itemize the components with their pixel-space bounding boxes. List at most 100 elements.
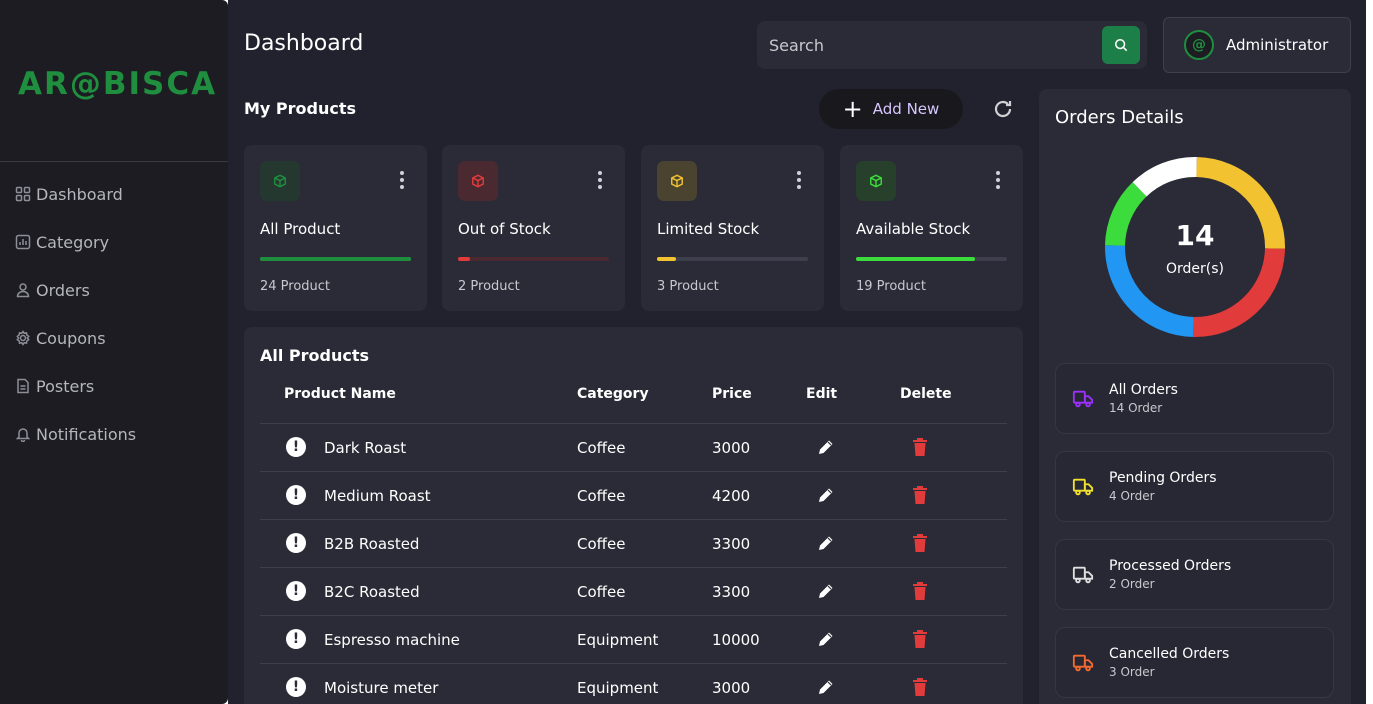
edit-icon[interactable]: [816, 581, 836, 601]
donut-segment: [1132, 157, 1197, 197]
refresh-icon[interactable]: [991, 97, 1015, 121]
truck-icon: [1072, 566, 1094, 584]
order-status-card[interactable]: Cancelled Orders 3 Order: [1055, 627, 1334, 698]
product-category: Coffee: [577, 583, 626, 601]
table-header: Product Name Category Price Edit Delete: [260, 378, 1007, 424]
column-header-edit: Edit: [806, 386, 838, 402]
product-category: Equipment: [577, 679, 659, 697]
sidebar-nav: Dashboard Category Orders Coupons Poster…: [15, 180, 136, 468]
edit-icon[interactable]: [816, 629, 836, 649]
search-input[interactable]: [757, 21, 1097, 69]
sidebar: AR@BISCA Dashboard Category Orders Coupo…: [0, 0, 228, 704]
table-row[interactable]: ! Medium Roast Coffee 4200: [260, 472, 1007, 520]
order-status-card[interactable]: Pending Orders 4 Order: [1055, 451, 1334, 522]
product-category: Equipment: [577, 631, 659, 649]
alert-icon: !: [286, 677, 306, 697]
order-card-title: Processed Orders: [1109, 558, 1232, 574]
more-options-icon[interactable]: [995, 171, 1001, 189]
table-row[interactable]: ! B2B Roasted Coffee 3300: [260, 520, 1007, 568]
donut-segment: [1105, 245, 1194, 337]
sidebar-divider: [0, 161, 228, 162]
product-category: Coffee: [577, 487, 626, 505]
column-header-category[interactable]: Category: [577, 386, 649, 402]
box-icon: [657, 161, 697, 201]
document-icon: [17, 378, 29, 394]
product-summary-card[interactable]: Limited Stock 3 Product: [641, 145, 824, 311]
sidebar-item-label: Posters: [36, 376, 95, 396]
product-category: Coffee: [577, 439, 626, 457]
search-bar: [757, 21, 1147, 69]
card-title: Out of Stock: [458, 220, 551, 238]
order-card-count: 2 Order: [1109, 577, 1155, 591]
trash-icon[interactable]: [911, 485, 929, 505]
window-edge: [1366, 0, 1373, 704]
add-new-button[interactable]: + Add New: [819, 89, 963, 129]
order-card-title: Pending Orders: [1109, 470, 1217, 486]
card-count: 2 Product: [458, 279, 520, 294]
orders-total-label: Order(s): [1165, 261, 1224, 277]
more-options-icon[interactable]: [399, 171, 405, 189]
box-icon: [856, 161, 896, 201]
edit-icon[interactable]: [816, 437, 836, 457]
sidebar-item-category[interactable]: Category: [15, 228, 136, 256]
truck-icon: [1072, 478, 1094, 496]
orders-total: 14: [1175, 219, 1215, 252]
sidebar-item-orders[interactable]: Orders: [15, 276, 136, 304]
trash-icon[interactable]: [911, 437, 929, 457]
user-icon: [16, 283, 30, 298]
sidebar-item-label: Category: [36, 232, 110, 252]
box-icon: [260, 161, 300, 201]
stock-progress-bar: [657, 257, 808, 261]
order-status-card[interactable]: All Orders 14 Order: [1055, 363, 1334, 434]
product-name: Dark Roast: [324, 439, 407, 457]
product-price: 3300: [712, 535, 751, 553]
gear-icon: [16, 330, 30, 346]
product-category: Coffee: [577, 535, 626, 553]
orders-panel: Orders Details 14 Order(s) All Orders 14 …: [1039, 89, 1351, 704]
page-title: Dashboard: [244, 31, 364, 56]
edit-icon[interactable]: [816, 677, 836, 697]
brand-logo[interactable]: AR@BISCA: [18, 66, 217, 102]
truck-icon: [1072, 654, 1094, 672]
order-card-title: Cancelled Orders: [1109, 646, 1230, 662]
edit-icon[interactable]: [816, 485, 836, 505]
stock-progress-bar: [260, 257, 411, 261]
order-status-card[interactable]: Processed Orders 2 Order: [1055, 539, 1334, 610]
sidebar-item-label: Notifications: [36, 424, 137, 444]
product-name: Espresso machine: [324, 631, 460, 649]
table-row[interactable]: ! Moisture meter Equipment 3000: [260, 664, 1007, 704]
table-row[interactable]: ! B2C Roasted Coffee 3300: [260, 568, 1007, 616]
table-row[interactable]: ! Dark Roast Coffee 3000: [260, 424, 1007, 472]
more-options-icon[interactable]: [597, 171, 603, 189]
box-icon: [458, 161, 498, 201]
order-card-count: 14 Order: [1109, 401, 1163, 415]
product-name: Medium Roast: [324, 487, 431, 505]
trash-icon[interactable]: [911, 533, 929, 553]
truck-icon: [1072, 390, 1094, 408]
avatar: @: [1184, 30, 1214, 60]
table-row[interactable]: ! Espresso machine Equipment 10000: [260, 616, 1007, 664]
card-title: All Product: [260, 220, 341, 238]
add-new-label: Add New: [872, 100, 940, 118]
column-header-price[interactable]: Price: [712, 386, 752, 402]
product-name: Moisture meter: [324, 679, 439, 697]
search-button[interactable]: [1102, 26, 1140, 64]
sidebar-item-dashboard[interactable]: Dashboard: [15, 180, 136, 208]
product-summary-card[interactable]: All Product 24 Product: [244, 145, 427, 311]
product-name: B2B Roasted: [324, 535, 420, 553]
product-summary-card[interactable]: Available Stock 19 Product: [840, 145, 1023, 311]
sidebar-item-label: Dashboard: [36, 184, 123, 204]
more-options-icon[interactable]: [796, 171, 802, 189]
trash-icon[interactable]: [911, 629, 929, 649]
trash-icon[interactable]: [911, 677, 929, 697]
sidebar-item-posters[interactable]: Posters: [15, 372, 136, 400]
order-card-title: All Orders: [1109, 382, 1178, 398]
edit-icon[interactable]: [816, 533, 836, 553]
column-header-name[interactable]: Product Name: [284, 386, 396, 402]
product-summary-card[interactable]: Out of Stock 2 Product: [442, 145, 625, 311]
sidebar-item-label: Orders: [36, 280, 90, 300]
user-menu-button[interactable]: @ Administrator: [1163, 17, 1351, 73]
sidebar-item-coupons[interactable]: Coupons: [15, 324, 136, 352]
trash-icon[interactable]: [911, 581, 929, 601]
sidebar-item-notifications[interactable]: Notifications: [15, 420, 136, 448]
